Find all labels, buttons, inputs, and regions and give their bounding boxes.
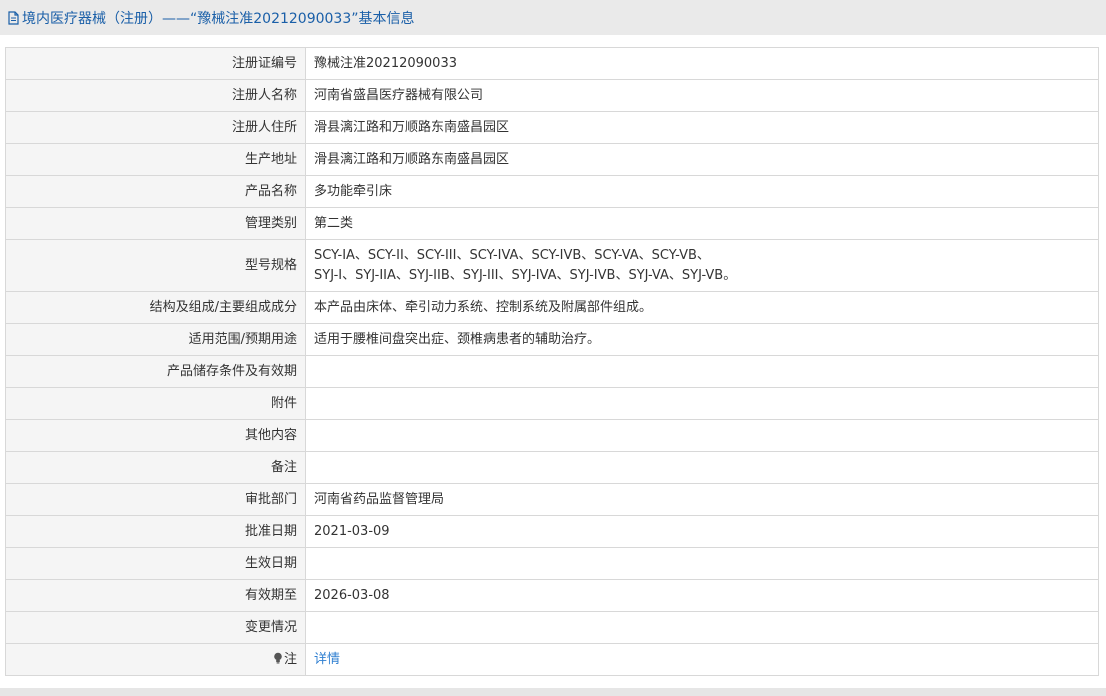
row-label: 适用范围/预期用途: [5, 323, 306, 356]
table-row: 备注: [5, 451, 1099, 484]
table-row: 批准日期 2021-03-09: [5, 515, 1099, 548]
table-row: 适用范围/预期用途 适用于腰椎间盘突出症、颈椎病患者的辅助治疗。: [5, 323, 1099, 356]
row-label: 注: [5, 643, 306, 676]
row-label: 有效期至: [5, 579, 306, 612]
row-label: 附件: [5, 387, 306, 420]
row-label: 审批部门: [5, 483, 306, 516]
table-row: 生效日期: [5, 547, 1099, 580]
table-row: 审批部门 河南省药品监督管理局: [5, 483, 1099, 516]
table-row: 结构及组成/主要组成成分 本产品由床体、牵引动力系统、控制系统及附属部件组成。: [5, 291, 1099, 324]
table-row: 附件: [5, 387, 1099, 420]
model-spec-line: SCY-IA、SCY-II、SCY-III、SCY-IVA、SCY-IVB、SC…: [314, 247, 710, 263]
note-label: 注: [283, 651, 297, 667]
row-value: 多功能牵引床: [305, 175, 1099, 208]
table-row: 产品名称 多功能牵引床: [5, 175, 1099, 208]
row-label: 注册人名称: [5, 79, 306, 112]
row-value: 详情: [305, 643, 1099, 676]
row-value: 河南省药品监督管理局: [305, 483, 1099, 516]
page-header: 境内医疗器械（注册）——“豫械注准20212090033”基本信息: [0, 0, 1106, 35]
row-label: 产品名称: [5, 175, 306, 208]
row-label: 型号规格: [5, 239, 306, 292]
table-row: 型号规格 SCY-IA、SCY-II、SCY-III、SCY-IVA、SCY-I…: [5, 239, 1099, 292]
row-value: 适用于腰椎间盘突出症、颈椎病患者的辅助治疗。: [305, 323, 1099, 356]
row-label: 结构及组成/主要组成成分: [5, 291, 306, 324]
row-value: [305, 355, 1099, 388]
row-value: SCY-IA、SCY-II、SCY-III、SCY-IVA、SCY-IVB、SC…: [305, 239, 1099, 292]
table-row: 管理类别 第二类: [5, 207, 1099, 240]
detail-table: 注册证编号 豫械注准20212090033 注册人名称 河南省盛昌医疗器械有限公…: [5, 47, 1099, 676]
row-label: 生效日期: [5, 547, 306, 580]
document-icon: [6, 10, 20, 25]
row-value: 豫械注准20212090033: [305, 47, 1099, 80]
bulb-icon: [273, 651, 283, 663]
row-value: [305, 419, 1099, 452]
row-value: 2021-03-09: [305, 515, 1099, 548]
row-value: [305, 451, 1099, 484]
row-value: 本产品由床体、牵引动力系统、控制系统及附属部件组成。: [305, 291, 1099, 324]
table-row: 生产地址 滑县漓江路和万顺路东南盛昌园区: [5, 143, 1099, 176]
bottom-bar: [0, 688, 1106, 696]
row-label: 变更情况: [5, 611, 306, 644]
row-label: 批准日期: [5, 515, 306, 548]
table-row: 产品储存条件及有效期: [5, 355, 1099, 388]
table-row: 其他内容: [5, 419, 1099, 452]
row-value: [305, 611, 1099, 644]
row-value: 河南省盛昌医疗器械有限公司: [305, 79, 1099, 112]
table-row: 注 详情: [5, 643, 1099, 676]
row-label: 生产地址: [5, 143, 306, 176]
table-row: 有效期至 2026-03-08: [5, 579, 1099, 612]
details-link[interactable]: 详情: [314, 652, 340, 667]
row-label: 其他内容: [5, 419, 306, 452]
table-row: 变更情况: [5, 611, 1099, 644]
row-value: 第二类: [305, 207, 1099, 240]
detail-panel: 注册证编号 豫械注准20212090033 注册人名称 河南省盛昌医疗器械有限公…: [0, 35, 1106, 688]
row-value: [305, 547, 1099, 580]
row-label: 注册证编号: [5, 47, 306, 80]
page-title: 境内医疗器械（注册）——“豫械注准20212090033”基本信息: [22, 10, 415, 27]
table-row: 注册证编号 豫械注准20212090033: [5, 47, 1099, 80]
row-value: 滑县漓江路和万顺路东南盛昌园区: [305, 111, 1099, 144]
row-label: 注册人住所: [5, 111, 306, 144]
row-label: 产品储存条件及有效期: [5, 355, 306, 388]
row-label: 备注: [5, 451, 306, 484]
model-spec-line: SYJ-I、SYJ-IIA、SYJ-IIB、SYJ-III、SYJ-IVA、SY…: [314, 267, 737, 283]
row-label: 管理类别: [5, 207, 306, 240]
table-row: 注册人名称 河南省盛昌医疗器械有限公司: [5, 79, 1099, 112]
row-value: 2026-03-08: [305, 579, 1099, 612]
row-value: 滑县漓江路和万顺路东南盛昌园区: [305, 143, 1099, 176]
table-row: 注册人住所 滑县漓江路和万顺路东南盛昌园区: [5, 111, 1099, 144]
row-value: [305, 387, 1099, 420]
